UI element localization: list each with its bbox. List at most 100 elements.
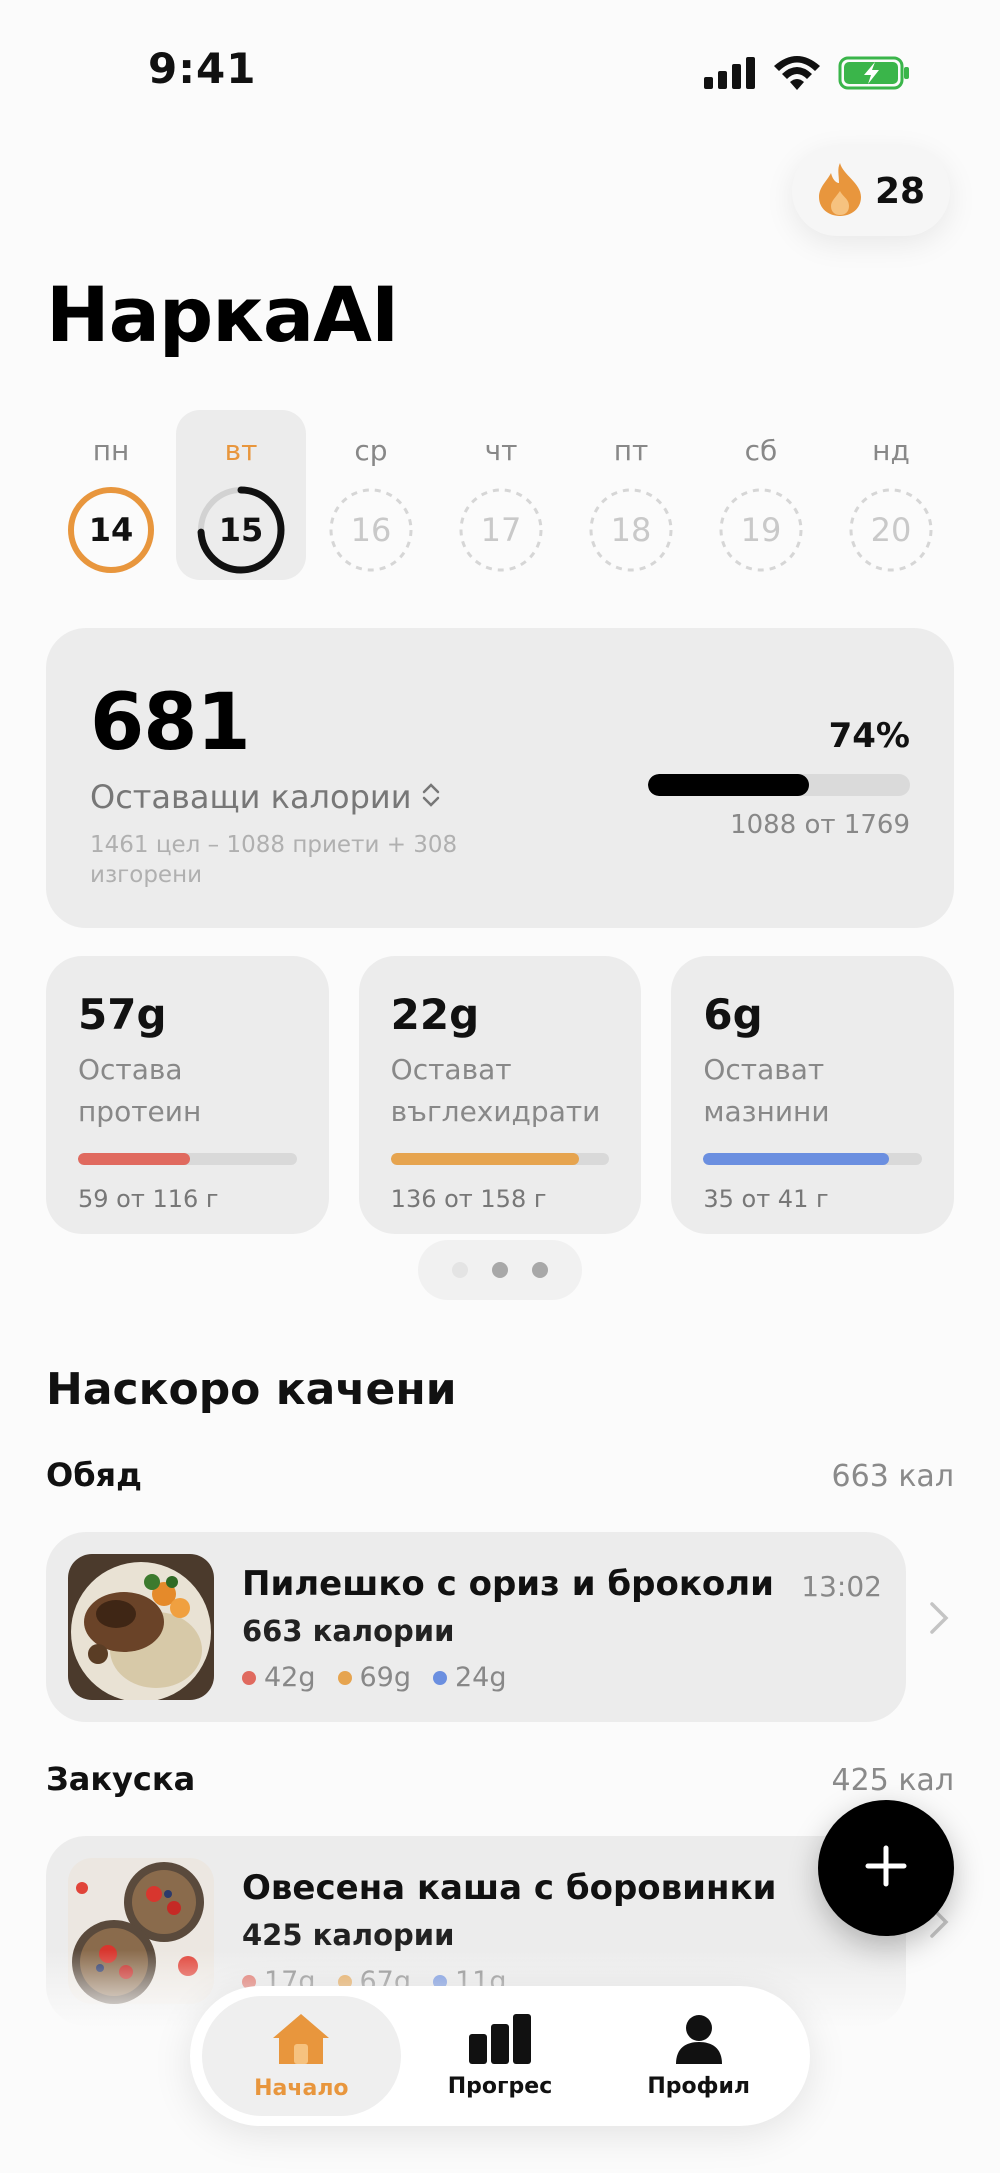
calories-progress-fill <box>648 774 810 796</box>
plus-icon <box>864 1844 908 1892</box>
meal-group-header: Закуска 425 кал <box>46 1760 954 1798</box>
day-name: чт <box>484 434 518 467</box>
protein-value: 42g <box>264 1662 316 1693</box>
meal-card[interactable]: Пилешко с ориз и броколи 13:02 663 калор… <box>46 1532 906 1722</box>
add-meal-button[interactable] <box>818 1800 954 1936</box>
page-indicator[interactable] <box>418 1240 582 1300</box>
calories-breakdown: 1461 цел – 1088 приети + 308 изгорени <box>90 832 458 888</box>
meal-title: Пилешко с ориз и броколи <box>242 1564 774 1604</box>
macro-progress-bar <box>703 1153 923 1165</box>
day-progress-ring: 20 <box>845 484 937 576</box>
macro-label: Остават въглехидрати <box>390 1053 601 1128</box>
carbs-value: 69g <box>359 1662 412 1693</box>
chevron-right-icon[interactable] <box>928 1600 950 1646</box>
calories-percent: 74% <box>828 716 910 756</box>
status-icons <box>704 56 910 94</box>
flame-icon <box>817 161 863 221</box>
calories-remaining-label: Оставащи калории <box>90 778 412 816</box>
day-name: пн <box>92 434 130 467</box>
battery-charging-icon <box>838 56 910 94</box>
macro-of-total: 136 от 158 г <box>390 1185 547 1213</box>
chevron-up-down-icon <box>421 778 441 816</box>
meal-group-calories: 425 кал <box>831 1763 954 1798</box>
week-strip: пн 14 вт 15 ср 16 чт 17 пт 18 сб 19 нд 20 <box>46 410 956 580</box>
day-17[interactable]: чт 17 <box>436 410 566 580</box>
macro-progress-fill <box>78 1153 190 1165</box>
carbs-dot-icon <box>337 1670 352 1685</box>
day-number: 18 <box>610 511 652 549</box>
meal-title: Овесена каша с боровинки <box>242 1868 777 1908</box>
profile-icon <box>674 2014 724 2068</box>
macro-card-carbs[interactable]: 22g Остават въглехидрати 136 от 158 г <box>358 956 642 1234</box>
meal-calories: 663 калории <box>242 1614 455 1648</box>
streak-badge[interactable]: 28 <box>792 146 950 236</box>
day-16[interactable]: ср 16 <box>306 410 436 580</box>
macro-value: 6g <box>703 990 763 1039</box>
status-time: 9:41 <box>148 44 257 93</box>
macro-value: 57g <box>78 990 167 1039</box>
status-bar: 9:41 <box>0 0 1000 140</box>
page-dot[interactable] <box>452 1262 468 1278</box>
macro-progress-bar <box>390 1153 610 1165</box>
day-progress-ring: 17 <box>455 484 547 576</box>
page-dot[interactable] <box>492 1262 508 1278</box>
bar-chart-icon <box>467 2013 533 2068</box>
meal-macros: 42g 69g 24g <box>242 1662 507 1693</box>
calories-remaining-value: 681 <box>90 678 251 768</box>
day-19[interactable]: сб 19 <box>696 410 826 580</box>
calories-of-total: 1088 от 1769 <box>730 810 910 840</box>
day-progress-ring: 14 <box>65 484 157 576</box>
day-progress-ring: 15 <box>195 484 287 576</box>
day-number: 17 <box>480 511 522 549</box>
macro-label: Остават мазнини <box>703 1053 830 1128</box>
day-progress-ring: 19 <box>715 484 807 576</box>
day-progress-ring: 16 <box>325 484 417 576</box>
calories-summary-card[interactable]: 681 Оставащи калории 1461 цел – 1088 при… <box>46 628 954 928</box>
home-icon <box>271 2012 331 2070</box>
tab-progress[interactable]: Прогрес <box>401 1996 600 2116</box>
day-18[interactable]: пт 18 <box>566 410 696 580</box>
day-number: 20 <box>870 511 912 549</box>
recent-section-title: Наскоро качени <box>46 1364 457 1415</box>
macro-progress-fill <box>703 1153 890 1165</box>
day-14[interactable]: пн 14 <box>46 410 176 580</box>
macro-card-protein[interactable]: 57g Остава протеин 59 от 116 г <box>46 956 329 1234</box>
day-name: сб <box>744 434 778 467</box>
day-number: 15 <box>218 511 264 549</box>
day-progress-ring: 18 <box>585 484 677 576</box>
calories-remaining-label-row[interactable]: Оставащи калории <box>90 778 470 816</box>
day-name: пт <box>613 434 649 467</box>
meal-group-name: Обяд <box>46 1456 142 1494</box>
tab-label: Прогрес <box>447 2073 553 2099</box>
calories-progress-bar <box>648 774 910 796</box>
page-dot[interactable] <box>532 1262 548 1278</box>
macro-card-fat[interactable]: 6g Остават мазнини 35 от 41 г <box>671 956 955 1234</box>
tab-home[interactable]: Начало <box>202 1996 401 2116</box>
fat-dot-icon <box>433 1670 447 1685</box>
day-15[interactable]: вт 15 <box>176 410 306 580</box>
protein-dot-icon <box>242 1670 256 1685</box>
macro-progress-fill <box>390 1153 579 1165</box>
tab-profile[interactable]: Профил <box>599 1996 798 2116</box>
meal-time: 13:02 <box>801 1570 882 1603</box>
macro-of-total: 59 от 116 г <box>78 1185 219 1213</box>
tab-label: Начало <box>254 2075 349 2101</box>
cellular-signal-icon <box>704 57 756 93</box>
streak-count: 28 <box>874 170 926 212</box>
day-name: нд <box>872 434 910 467</box>
macro-of-total: 35 от 41 г <box>703 1185 829 1213</box>
day-number: 14 <box>88 511 134 549</box>
macro-value: 22g <box>390 990 480 1039</box>
day-name: ср <box>354 434 388 467</box>
meal-group-calories: 663 кал <box>831 1459 954 1494</box>
macro-label: Остава протеин <box>78 1053 202 1128</box>
tab-bar: Начало Прогрес Профил <box>190 1986 810 2126</box>
day-name: вт <box>224 434 258 467</box>
meal-protein: 42g <box>242 1662 316 1693</box>
meal-photo <box>68 1554 214 1700</box>
day-20[interactable]: нд 20 <box>826 410 956 580</box>
macro-cards: 57g Остава протеин 59 от 116 г 22g Остав… <box>46 956 955 1234</box>
meal-fat: 24g <box>433 1662 507 1693</box>
fat-value: 24g <box>455 1662 507 1693</box>
wifi-icon <box>774 56 820 94</box>
